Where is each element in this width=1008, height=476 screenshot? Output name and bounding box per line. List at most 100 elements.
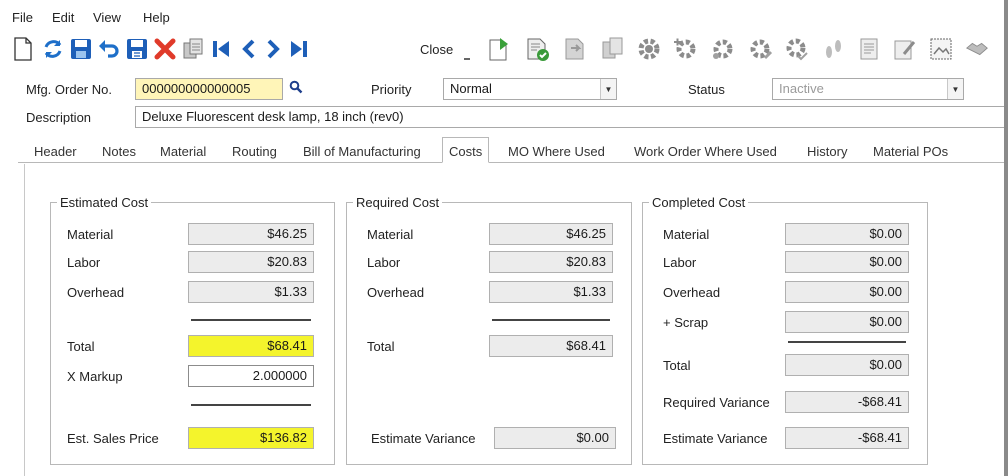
mfg-order-label: Mfg. Order No.: [26, 82, 112, 97]
tab-costs[interactable]: Costs: [442, 137, 490, 163]
comp-sum-rule: [788, 341, 906, 343]
est-material-value: $46.25: [188, 223, 314, 245]
notes-icon[interactable]: [856, 36, 882, 62]
req-estimate-variance-value: $0.00: [494, 427, 616, 449]
req-overhead-label: Overhead: [367, 285, 425, 300]
comp-required-variance-value: -$68.41: [785, 391, 909, 413]
tab-work-order-where-used[interactable]: Work Order Where Used: [634, 144, 777, 159]
forward-doc-icon[interactable]: [562, 36, 588, 62]
tab-material-pos[interactable]: Material POs: [873, 144, 948, 159]
handshake-icon[interactable]: [964, 36, 990, 62]
markup-label: X Markup: [67, 369, 123, 384]
priority-select[interactable]: Normal ▼: [443, 78, 617, 100]
comp-total-label: Total: [663, 358, 691, 373]
comp-scrap-value: $0.00: [785, 311, 909, 333]
comp-labor-value: $0.00: [785, 251, 909, 273]
footprints-icon[interactable]: [820, 36, 846, 62]
save-as-icon[interactable]: [124, 36, 150, 62]
menu-edit[interactable]: Edit: [52, 10, 74, 25]
est-sales-rule: [191, 404, 311, 406]
gear-icon[interactable]: [636, 36, 662, 62]
tab-notes[interactable]: Notes: [102, 144, 136, 159]
menu-view[interactable]: View: [93, 10, 121, 25]
req-material-label: Material: [367, 227, 414, 242]
est-material-label: Material: [67, 227, 114, 242]
tab-bill-of-manufacturing[interactable]: Bill of Manufacturing: [303, 144, 421, 159]
next-record-icon[interactable]: [260, 36, 286, 62]
prev-record-icon[interactable]: [236, 36, 262, 62]
undo-icon[interactable]: [96, 36, 122, 62]
description-label: Description: [26, 110, 92, 125]
est-sales-price-label: Est. Sales Price: [67, 431, 159, 446]
tab-routing[interactable]: Routing: [232, 144, 277, 159]
doc-copy-icon[interactable]: [600, 36, 626, 62]
req-sum-rule: [492, 319, 610, 321]
first-record-icon[interactable]: [208, 36, 234, 62]
search-icon[interactable]: [289, 80, 303, 97]
comp-material-label: Material: [663, 227, 710, 242]
tab-history[interactable]: History: [807, 144, 847, 159]
menu-help[interactable]: Help: [143, 10, 170, 25]
comp-estimate-variance-label: Estimate Variance: [663, 431, 768, 446]
req-labor-value: $20.83: [489, 251, 613, 273]
gear-check-icon[interactable]: [784, 36, 810, 62]
approve-icon[interactable]: [524, 36, 550, 62]
gear-edit-icon[interactable]: [748, 36, 774, 62]
comp-labor-label: Labor: [663, 255, 697, 270]
estimated-cost-title: Estimated Cost: [60, 195, 149, 210]
comp-scrap-label: + Scrap: [663, 315, 709, 330]
req-total-value: $68.41: [489, 335, 613, 357]
gear-add-icon[interactable]: [672, 36, 698, 62]
est-labor-value: $20.83: [188, 251, 314, 273]
est-labor-label: Labor: [67, 255, 101, 270]
new-doc-icon[interactable]: [10, 36, 36, 62]
est-total-value: $68.41: [188, 335, 314, 357]
req-overhead-value: $1.33: [489, 281, 613, 303]
refresh-icon[interactable]: [40, 36, 66, 62]
est-total-label: Total: [67, 339, 95, 354]
toolbar: Close: [0, 30, 1008, 70]
status-select[interactable]: Inactive ▼: [772, 78, 964, 100]
close-dropdown-icon[interactable]: [460, 44, 474, 70]
menu-bar: File Edit View Help: [0, 0, 1008, 30]
markup-input[interactable]: 2.000000: [188, 365, 314, 387]
description-field[interactable]: Deluxe Fluorescent desk lamp, 18 inch (r…: [135, 106, 1008, 128]
tab-header[interactable]: Header: [34, 144, 77, 159]
pencil-icon[interactable]: [892, 36, 918, 62]
est-overhead-value: $1.33: [188, 281, 314, 303]
status-value: Inactive: [779, 81, 824, 96]
export-icon[interactable]: [486, 36, 512, 62]
status-label: Status: [688, 82, 725, 97]
mfg-order-field[interactable]: 000000000000005: [135, 78, 283, 100]
chevron-down-icon[interactable]: ▼: [947, 79, 963, 99]
comp-overhead-label: Overhead: [663, 285, 721, 300]
est-sales-price-value: $136.82: [188, 427, 314, 449]
priority-value: Normal: [450, 81, 492, 96]
required-cost-title: Required Cost: [356, 195, 440, 210]
comp-required-variance-label: Required Variance: [663, 395, 770, 410]
gear-link-icon[interactable]: [710, 36, 736, 62]
est-overhead-label: Overhead: [67, 285, 125, 300]
comp-estimate-variance-value: -$68.41: [785, 427, 909, 449]
req-labor-label: Labor: [367, 255, 401, 270]
copy-icon[interactable]: [180, 36, 206, 62]
comp-material-value: $0.00: [785, 223, 909, 245]
delete-icon[interactable]: [152, 36, 178, 62]
completed-cost-title: Completed Cost: [652, 195, 746, 210]
tab-strip: Header Notes Material Routing Bill of Ma…: [18, 137, 1008, 163]
comp-overhead-value: $0.00: [785, 281, 909, 303]
close-button-label[interactable]: Close: [420, 42, 453, 57]
comp-total-value: $0.00: [785, 354, 909, 376]
last-record-icon[interactable]: [286, 36, 312, 62]
menu-file[interactable]: File: [12, 10, 33, 25]
image-icon[interactable]: [928, 36, 954, 62]
tab-mo-where-used[interactable]: MO Where Used: [508, 144, 605, 159]
tab-material[interactable]: Material: [160, 144, 206, 159]
priority-label: Priority: [371, 82, 412, 97]
req-material-value: $46.25: [489, 223, 613, 245]
window-border: [1004, 0, 1008, 476]
req-total-label: Total: [367, 339, 395, 354]
save-icon[interactable]: [68, 36, 94, 62]
req-estimate-variance-label: Estimate Variance: [371, 431, 476, 446]
chevron-down-icon[interactable]: ▼: [600, 79, 616, 99]
